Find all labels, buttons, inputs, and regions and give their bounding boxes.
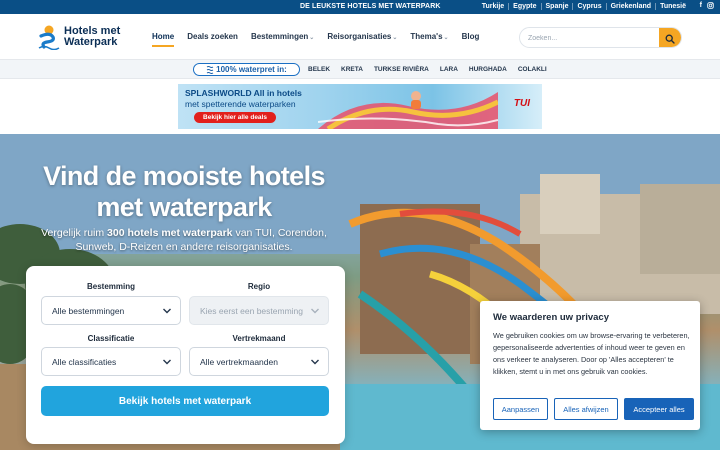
banner-slide-image	[318, 91, 498, 129]
cookie-reject-button[interactable]: Alles afwijzen	[554, 398, 618, 420]
ad-banner[interactable]: SPLASHWORLD All in hotels met spetterend…	[178, 84, 542, 129]
banner-title: SPLASHWORLD All in hotels	[185, 88, 302, 98]
destination-link[interactable]: KRETA	[341, 66, 363, 73]
top-country-link[interactable]: Griekenland	[605, 3, 655, 10]
hero-lead-pre: Vergelijk ruim	[41, 227, 108, 239]
site-logo[interactable]: Hotels met Waterpark	[38, 24, 148, 50]
waterpark-pill: 100% waterpret in:	[193, 63, 300, 76]
waves-icon	[206, 66, 214, 74]
cookie-buttons: Aanpassen Alles afwijzen Accepteer alles	[493, 398, 694, 420]
nav-home[interactable]: Home	[152, 32, 175, 47]
chevron-down-icon: ⌄	[392, 35, 398, 41]
nav-label: Deals zoeken	[187, 32, 238, 41]
search-form-card: Bestemming Alle bestemmingen Regio Kies …	[26, 266, 345, 444]
instagram-icon[interactable]	[707, 2, 714, 11]
region-label: Regio	[247, 282, 271, 291]
departure-month-label: Vertrekmaand	[232, 334, 286, 343]
nav-blog[interactable]: Blog	[462, 32, 480, 41]
logo-text: Hotels met Waterpark	[64, 25, 121, 48]
banner-cta-button[interactable]: Bekijk hier alle deals	[194, 112, 276, 123]
destination-link[interactable]: HURGHADA	[469, 66, 507, 73]
main-nav: Home Deals zoeken Bestemmingen⌄ Reisorga…	[152, 32, 492, 47]
destination-link[interactable]: COLAKLI	[518, 66, 547, 73]
top-bar: DE LEUKSTE HOTELS MET WATERPARK Turkije …	[0, 0, 720, 14]
destination-link[interactable]: TURKSE RIVIÈRA	[374, 66, 429, 73]
classification-select[interactable]: Alle classificaties	[41, 347, 181, 376]
destination-link[interactable]: LARA	[440, 66, 458, 73]
destination-strip: 100% waterpret in: BELEK KRETA TURKSE RI…	[0, 60, 720, 79]
departure-month-select[interactable]: Alle vertrekmaanden	[189, 347, 329, 376]
nav-destinations[interactable]: Bestemmingen⌄	[251, 32, 314, 41]
cookie-title: We waarderen uw privacy	[493, 312, 609, 323]
nav-label: Reisorganisaties	[327, 32, 392, 41]
chevron-down-icon	[311, 308, 319, 314]
search-input[interactable]	[528, 31, 658, 45]
top-bar-countries: Turkije Egypte Spanje Cyprus Griekenland…	[478, 3, 690, 10]
nav-label: Bestemmingen	[250, 32, 309, 41]
classification-label: Classificatie	[87, 334, 135, 343]
cookie-customize-button[interactable]: Aanpassen	[493, 398, 548, 420]
cookie-consent-panel: We waarderen uw privacy We gebruiken coo…	[480, 301, 700, 430]
logo-mark-icon	[38, 25, 60, 50]
pill-label: 100% waterpret in:	[216, 65, 287, 74]
region-select[interactable]: Kies eerst een bestemming	[189, 296, 329, 325]
destination-label: Bestemming	[86, 282, 135, 291]
tui-logo: TUI	[513, 98, 530, 109]
social-links: f	[700, 2, 714, 11]
nav-tour-operators[interactable]: Reisorganisaties⌄	[327, 32, 397, 41]
departure-month-value: Alle vertrekmaanden	[200, 356, 278, 367]
facebook-icon[interactable]: f	[700, 2, 702, 11]
site-header: Hotels met Waterpark Home Deals zoeken B…	[0, 14, 720, 60]
top-country-link[interactable]: Egypte	[508, 3, 540, 10]
search-box	[519, 27, 682, 48]
chevron-down-icon	[163, 308, 171, 314]
cookie-accept-button[interactable]: Accepteer alles	[624, 398, 694, 420]
classification-value: Alle classificaties	[52, 356, 117, 367]
top-country-link[interactable]: Cyprus	[572, 3, 605, 10]
destination-select[interactable]: Alle bestemmingen	[41, 296, 181, 325]
banner-subtitle: met spetterende waterparken	[185, 99, 296, 109]
chevron-down-icon	[311, 359, 319, 365]
top-country-link[interactable]: Tunesië	[655, 3, 690, 10]
top-country-link[interactable]: Turkije	[478, 3, 508, 10]
hero-lead: Vergelijk ruim 300 hotels met waterpark …	[20, 226, 348, 254]
top-bar-promo: DE LEUKSTE HOTELS MET WATERPARK	[300, 3, 441, 10]
nav-deals[interactable]: Deals zoeken	[187, 32, 238, 41]
hero-lead-bold: 300 hotels met waterpark	[107, 227, 233, 239]
nav-themes[interactable]: Thema's⌄	[410, 32, 448, 41]
chevron-down-icon	[163, 359, 171, 365]
cookie-text: We gebruiken cookies om uw browse-ervari…	[493, 331, 690, 376]
search-button[interactable]	[659, 28, 681, 47]
destination-link[interactable]: BELEK	[308, 66, 330, 73]
hero-title: Vind de mooiste hotels met waterpark	[43, 161, 325, 222]
search-icon	[665, 34, 675, 44]
top-country-link[interactable]: Spanje	[540, 3, 573, 10]
chevron-down-icon: ⌄	[443, 35, 449, 41]
nav-label: Thema's	[410, 32, 443, 41]
banner-title-rest: All in hotels	[253, 88, 302, 98]
nav-label: Home	[152, 32, 175, 41]
banner-brand: SPLASHWORLD	[185, 88, 252, 98]
chevron-down-icon: ⌄	[309, 35, 315, 41]
nav-label: Blog	[461, 32, 480, 41]
search-hotels-button[interactable]: Bekijk hotels met waterpark	[41, 386, 329, 416]
destination-links: BELEK KRETA TURKSE RIVIÈRA LARA HURGHADA…	[308, 66, 547, 73]
destination-value: Alle bestemmingen	[52, 305, 125, 316]
region-value: Kies eerst een bestemming	[200, 305, 303, 316]
